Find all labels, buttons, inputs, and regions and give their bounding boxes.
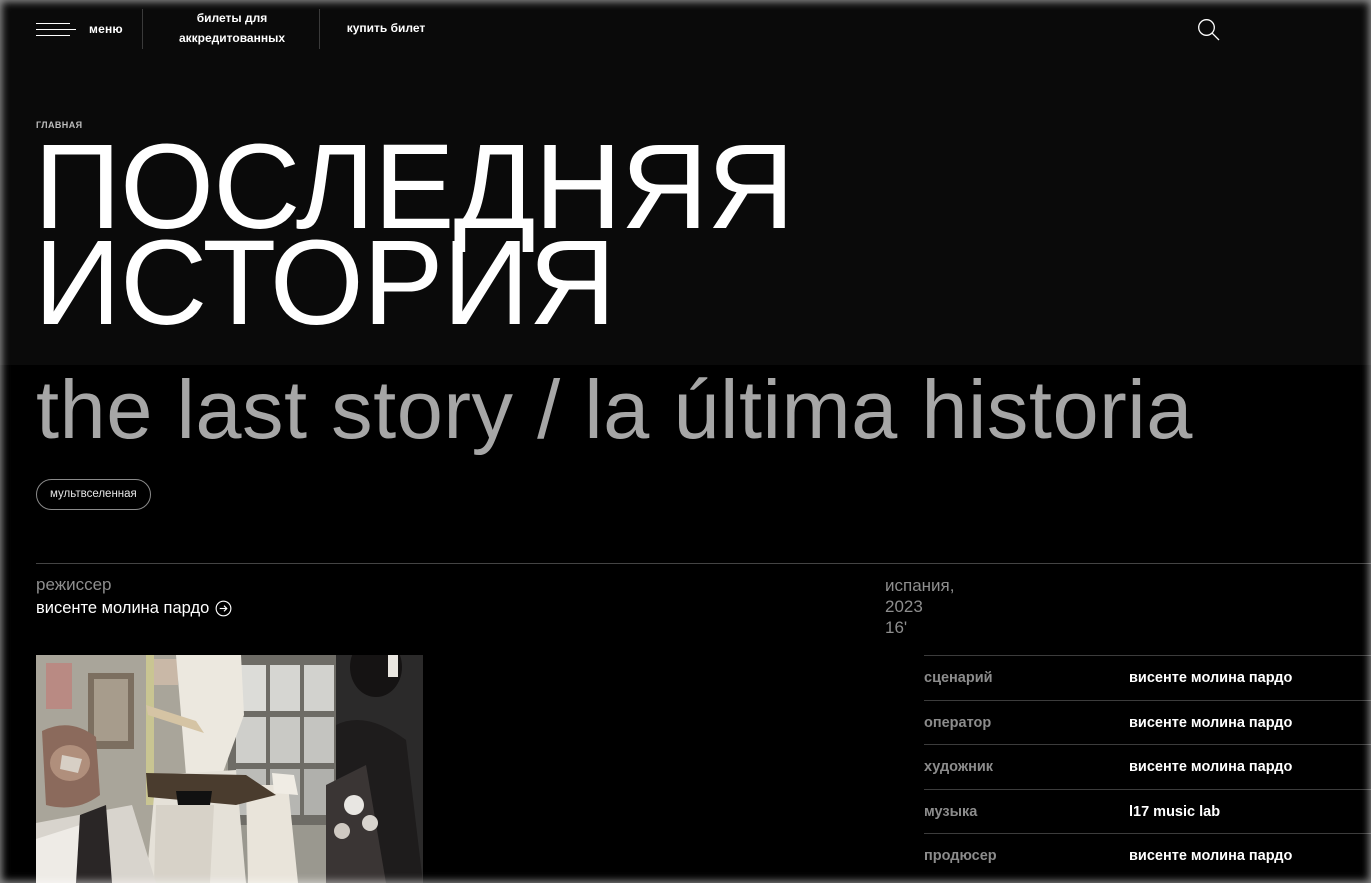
credit-row: музыка l17 music lab	[924, 788, 1371, 834]
film-country: испания,	[885, 576, 955, 595]
director-name: висенте молина пардо	[36, 599, 210, 617]
accredited-tickets-link[interactable]: билеты для аккредитованных	[162, 8, 302, 48]
film-page: меню билеты для аккредитованных купить б…	[0, 0, 1371, 883]
search-button[interactable]	[1196, 17, 1222, 43]
credit-role: сценарий	[924, 670, 993, 686]
film-duration: 16'	[885, 618, 908, 637]
credit-row: художник висенте молина пардо	[924, 744, 1371, 789]
program-tag[interactable]: мультвселенная	[36, 479, 151, 510]
arrow-right-circle-icon	[215, 600, 232, 617]
nav-link-label: купить билет	[346, 21, 426, 35]
director-label: режиссер	[36, 575, 112, 594]
original-title: the last story / la última historia	[36, 363, 1193, 456]
film-still-image	[36, 655, 423, 883]
credit-role: оператор	[924, 714, 992, 731]
nav-link-label: билеты для	[196, 11, 268, 25]
buy-ticket-link[interactable]: купить билет	[336, 18, 436, 38]
credit-name: висенте молина пардо	[1129, 848, 1293, 864]
director-link[interactable]: висенте молина пардо	[36, 599, 232, 618]
nav-divider	[142, 9, 143, 49]
credit-role: продюсер	[924, 848, 997, 864]
credit-name: висенте молина пардо	[1129, 759, 1293, 775]
film-year: 2023	[885, 597, 923, 616]
hamburger-icon	[36, 21, 76, 37]
credit-row: продюсер висенте молина пардо	[924, 833, 1371, 878]
top-bar: меню билеты для аккредитованных купить б…	[0, 0, 1371, 60]
credit-role: музыка	[924, 803, 978, 820]
credit-name: висенте молина пардо	[1129, 714, 1293, 731]
section-divider	[36, 563, 1371, 564]
credit-name: l17 music lab	[1129, 803, 1221, 820]
menu-button[interactable]: меню	[36, 18, 123, 40]
credit-name: висенте молина пардо	[1129, 670, 1293, 686]
film-meta: испания, 2023 16'	[885, 575, 954, 638]
credit-role: художник	[924, 759, 994, 775]
search-icon	[1198, 19, 1220, 41]
nav-link-label: аккредитованных	[178, 31, 286, 45]
nav-divider	[319, 9, 320, 49]
menu-label: меню	[89, 22, 123, 36]
page-title: ПОСЛЕДНЯЯ ИСТОРИЯ	[34, 126, 795, 343]
credit-row: сценарий висенте молина пардо	[924, 655, 1371, 700]
credits-list: сценарий висенте молина пардо оператор в…	[924, 655, 1371, 878]
credit-row: оператор висенте молина пардо	[924, 699, 1371, 745]
